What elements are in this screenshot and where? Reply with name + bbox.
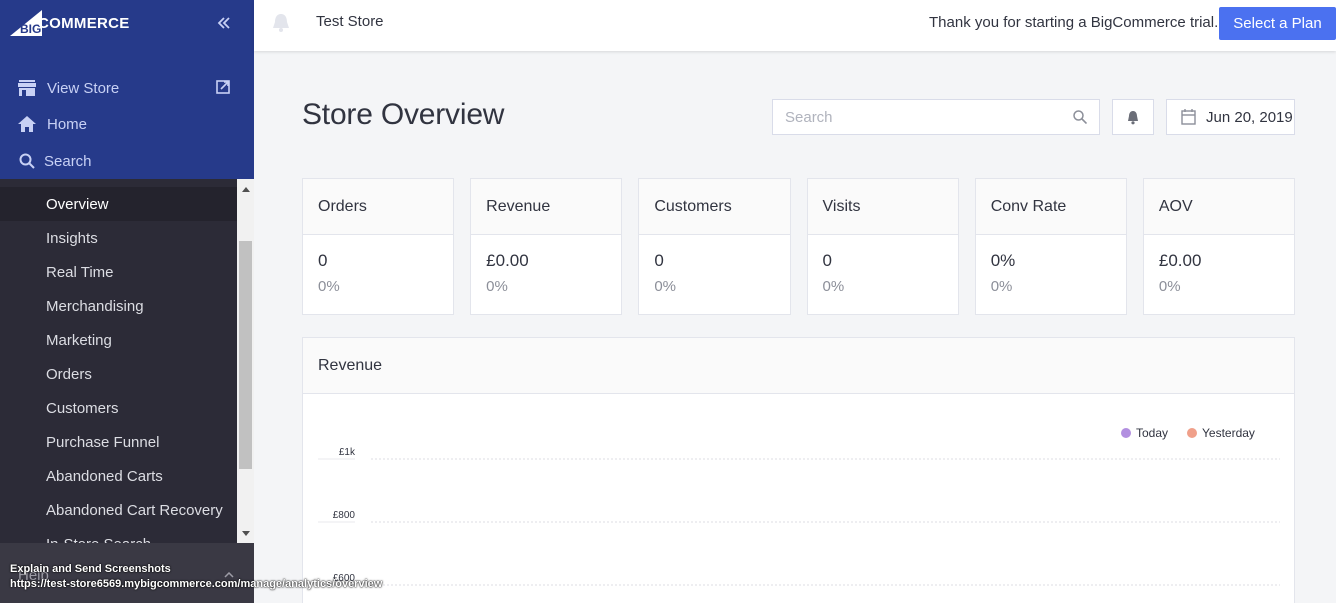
stat-card-revenue[interactable]: Revenue £0.00 0%: [470, 178, 623, 315]
sidebar-header: BIG COMMERCE View Store Home Search: [0, 0, 254, 179]
stat-change: 0%: [822, 278, 845, 295]
legend-label-today: Today: [1136, 426, 1168, 440]
stat-value: £0.00: [1158, 251, 1202, 270]
stat-card-aov[interactable]: AOV £0.00 0%: [1142, 178, 1296, 315]
stat-card-customers[interactable]: Customers 0 0%: [638, 178, 791, 315]
y-tick-label: £1k: [339, 447, 356, 458]
store-name: Test Store: [316, 13, 384, 30]
search-icon[interactable]: [1073, 110, 1089, 126]
revenue-chart: £1k £800 £600 Today Yesterday: [318, 426, 1280, 586]
stat-value: 0: [654, 251, 664, 270]
search-icon: [17, 151, 37, 171]
store-bell-icon: [271, 12, 291, 34]
search-field[interactable]: [772, 99, 1100, 135]
stat-change: 0%: [654, 278, 677, 295]
stat-change: 0%: [990, 278, 1013, 295]
view-store-link[interactable]: View Store: [0, 71, 254, 105]
stat-value: 0: [822, 251, 832, 270]
stat-label: Revenue: [471, 179, 622, 235]
stat-label: Customers: [639, 179, 790, 235]
stat-change: 0%: [1158, 278, 1181, 295]
nav-item-customers[interactable]: Customers: [0, 391, 237, 425]
sidebar: BIG COMMERCE View Store Home Search Over…: [0, 0, 254, 603]
page-title: Store Overview: [302, 98, 505, 131]
stats-row: Orders 0 0% Revenue £0.00 0% Customers 0…: [302, 178, 1296, 315]
scrollbar-thumb[interactable]: [239, 241, 252, 469]
stat-label: AOV: [1143, 179, 1295, 235]
collapse-sidebar-button[interactable]: [214, 14, 234, 34]
nav-item-orders[interactable]: Orders: [0, 357, 237, 391]
stat-value: £0.00: [486, 251, 529, 270]
stat-card-visits[interactable]: Visits 0 0%: [806, 178, 959, 315]
bigcommerce-logo[interactable]: BIG COMMERCE: [10, 10, 130, 36]
bell-icon: [1128, 110, 1138, 124]
legend-swatch-today: [1121, 428, 1131, 438]
nav-item-abandoned-carts[interactable]: Abandoned Carts: [0, 459, 237, 493]
nav-item-purchase-funnel[interactable]: Purchase Funnel: [0, 425, 237, 459]
chevron-up-icon[interactable]: [224, 565, 234, 581]
sidebar-scrollbar[interactable]: [237, 179, 254, 543]
scroll-down-arrow-icon[interactable]: [237, 525, 254, 541]
search-link[interactable]: Search: [0, 144, 254, 178]
external-link-icon[interactable]: [216, 80, 232, 96]
y-tick-label: £800: [333, 510, 356, 521]
nav-item-in-store-search[interactable]: In-Store Search: [0, 527, 237, 545]
nav-item-marketing[interactable]: Marketing: [0, 323, 237, 357]
stat-value: 0: [318, 251, 328, 270]
revenue-chart-card: Revenue £1k £800 £600 Today Yesterday: [302, 337, 1295, 603]
date-picker-button[interactable]: Jun 20, 2019: [1166, 99, 1295, 135]
storefront-icon: [17, 78, 37, 98]
double-chevron-left-icon: [217, 17, 230, 29]
search-label: Search: [44, 152, 92, 170]
home-icon: [17, 114, 37, 134]
stat-change: 0%: [318, 278, 340, 295]
help-label[interactable]: Help: [18, 567, 49, 584]
legend-label-yesterday: Yesterday: [1202, 426, 1255, 440]
legend-swatch-yesterday: [1187, 428, 1197, 438]
analytics-nav: Overview Insights Real Time Merchandisin…: [0, 187, 237, 544]
sidebar-footer: Help: [0, 543, 254, 603]
select-plan-button[interactable]: Select a Plan: [1219, 7, 1336, 40]
nav-item-real-time[interactable]: Real Time: [0, 255, 237, 289]
stat-card-conv-rate[interactable]: Conv Rate 0% 0%: [974, 178, 1127, 315]
trial-message: Thank you for starting a BigCommerce tri…: [929, 14, 1219, 31]
home-label: Home: [47, 115, 88, 133]
nav-item-abandoned-cart-recovery[interactable]: Abandoned Cart Recovery: [0, 493, 237, 527]
notifications-button[interactable]: [1112, 99, 1154, 135]
scroll-up-arrow-icon[interactable]: [237, 181, 254, 197]
logo-text: COMMERCE: [38, 14, 130, 32]
nav-item-insights[interactable]: Insights: [0, 221, 237, 255]
selected-date: Jun 20, 2019: [1206, 108, 1293, 126]
stat-label: Orders: [303, 179, 454, 235]
nav-item-overview[interactable]: Overview: [0, 187, 237, 221]
stat-value: 0%: [990, 251, 1016, 270]
y-tick-label: £600: [333, 573, 356, 584]
chart-title: Revenue: [303, 338, 1294, 394]
nav-item-merchandising[interactable]: Merchandising: [0, 289, 237, 323]
stat-card-orders[interactable]: Orders 0 0%: [302, 178, 455, 315]
view-store-label: View Store: [47, 79, 120, 97]
home-link[interactable]: Home: [0, 107, 254, 141]
stat-label: Conv Rate: [975, 179, 1126, 235]
search-input[interactable]: [773, 108, 1063, 126]
stat-label: Visits: [807, 179, 958, 235]
stat-change: 0%: [486, 278, 508, 295]
top-header: Test Store Thank you for starting a BigC…: [254, 0, 1336, 51]
calendar-icon: [1181, 109, 1196, 125]
